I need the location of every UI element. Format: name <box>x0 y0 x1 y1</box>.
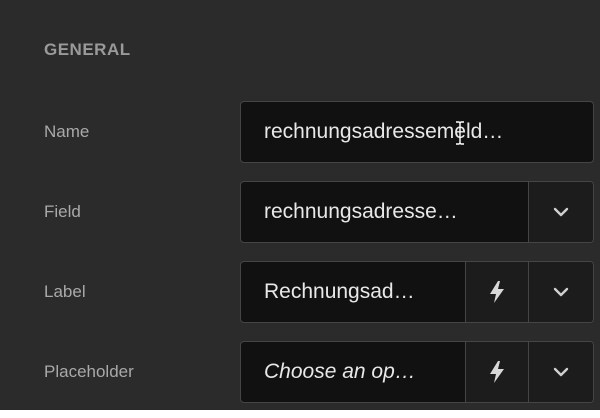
name-row: Name rechnungsadressemeld… <box>0 101 600 163</box>
placeholder-label: Placeholder <box>44 362 134 381</box>
settings-panel: GENERAL Name rechnungsadressemeld… Field… <box>0 0 600 410</box>
chevron-down-icon <box>553 207 569 217</box>
label-dropdown-button[interactable] <box>528 262 593 322</box>
field-select[interactable]: rechnungsadresse… <box>240 181 594 243</box>
lightning-bolt-icon <box>490 281 504 303</box>
text-cursor-icon <box>456 121 464 145</box>
name-input[interactable]: rechnungsadressemeld… <box>241 102 593 162</box>
name-label: Name <box>44 122 90 141</box>
field-row: Field rechnungsadresse… <box>0 181 600 243</box>
lightning-bolt-icon <box>490 361 504 383</box>
placeholder-dropdown-button[interactable] <box>528 342 593 402</box>
label-label: Label <box>44 282 86 301</box>
placeholder-value[interactable]: Choose an op… <box>241 342 465 402</box>
label-dynamic-button[interactable] <box>465 262 528 322</box>
label-value[interactable]: Rechnungsad… <box>241 262 465 322</box>
chevron-down-icon <box>553 367 569 377</box>
placeholder-dynamic-button[interactable] <box>465 342 528 402</box>
field-value[interactable]: rechnungsadresse… <box>241 182 528 242</box>
chevron-down-icon <box>553 287 569 297</box>
placeholder-row: Placeholder Choose an op… <box>0 341 600 403</box>
label-row: Label Rechnungsad… <box>0 261 600 323</box>
label-select[interactable]: Rechnungsad… <box>240 261 594 323</box>
placeholder-select[interactable]: Choose an op… <box>240 341 594 403</box>
section-title: GENERAL <box>44 40 131 59</box>
name-field[interactable]: rechnungsadressemeld… <box>240 101 594 163</box>
field-label: Field <box>44 202 81 221</box>
field-dropdown-button[interactable] <box>528 182 593 242</box>
